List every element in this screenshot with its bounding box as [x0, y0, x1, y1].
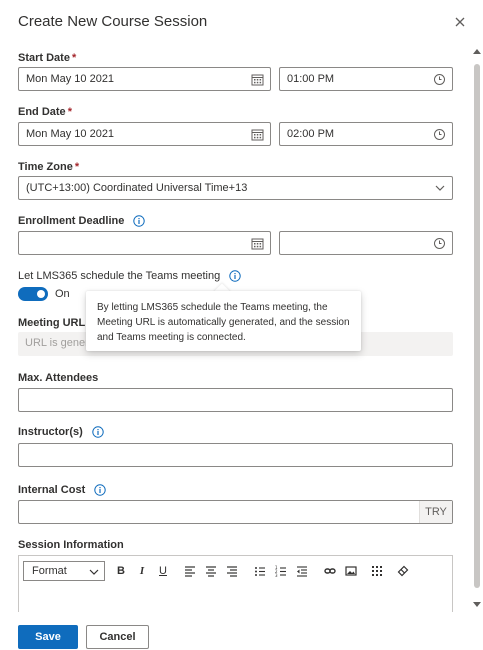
enrollment-deadline-date-field[interactable] [18, 231, 271, 255]
instructors-input[interactable] [18, 443, 453, 467]
enrollment-deadline-time-field[interactable] [279, 231, 453, 255]
numbered-list-icon[interactable]: 123 [275, 565, 287, 577]
align-center-icon[interactable] [205, 565, 217, 577]
chevron-down-icon [435, 185, 445, 191]
teams-schedule-toggle[interactable] [18, 287, 48, 301]
format-dropdown[interactable]: Format [23, 561, 105, 581]
max-attendees-label: Max. Attendees [18, 372, 99, 384]
calendar-icon[interactable] [251, 128, 264, 141]
scroll-down-icon[interactable] [473, 602, 481, 608]
scroll-thumb[interactable] [474, 64, 480, 588]
save-button[interactable]: Save [18, 625, 78, 649]
bullet-list-icon[interactable] [254, 565, 266, 577]
info-icon[interactable] [229, 270, 241, 282]
end-time-field[interactable]: 02:00 PM [279, 122, 453, 146]
info-icon[interactable] [92, 426, 104, 438]
link-icon[interactable] [324, 565, 336, 577]
start-date-label: Start Date * [18, 52, 77, 64]
teams-schedule-label: Let LMS365 schedule the Teams meeting [18, 270, 241, 282]
close-icon [455, 17, 465, 27]
instructors-label: Instructor(s) [18, 426, 104, 438]
start-date-field[interactable]: Mon May 10 2021 [18, 67, 271, 91]
align-right-icon[interactable] [226, 565, 238, 577]
end-date-field[interactable]: Mon May 10 2021 [18, 122, 271, 146]
panel-title: Create New Course Session [18, 13, 208, 30]
internal-cost-input[interactable]: TRY [18, 500, 453, 524]
clock-icon[interactable] [433, 128, 446, 141]
start-time-field[interactable]: 01:00 PM [279, 67, 453, 91]
rich-text-editor[interactable]: Format B I U 123 [18, 555, 453, 612]
image-icon[interactable] [345, 565, 357, 577]
currency-suffix: TRY [419, 501, 452, 523]
max-attendees-input[interactable] [18, 388, 453, 412]
svg-text:3: 3 [275, 573, 278, 577]
time-zone-label: Time Zone * [18, 161, 80, 173]
editor-toolbar: Format B I U 123 [19, 556, 452, 586]
clear-format-icon[interactable] [397, 565, 409, 577]
internal-cost-label: Internal Cost [18, 484, 106, 496]
enrollment-deadline-label: Enrollment Deadline [18, 215, 146, 227]
toggle-knob [37, 290, 45, 298]
vertical-scrollbar[interactable] [471, 42, 483, 612]
align-left-icon[interactable] [184, 565, 196, 577]
time-zone-dropdown[interactable]: (UTC+13:00) Coordinated Universal Time+1… [18, 176, 453, 200]
table-icon[interactable] [371, 565, 383, 577]
info-icon[interactable] [133, 215, 146, 227]
underline-button[interactable]: U [157, 565, 169, 577]
panel-footer: Save Cancel [0, 612, 483, 650]
scroll-up-icon[interactable] [473, 48, 481, 54]
end-date-label: End Date * [18, 106, 72, 118]
session-info-label: Session Information [18, 539, 124, 551]
form-scroll-area[interactable]: Start Date * Mon May 10 2021 01:00 PM End… [0, 42, 483, 612]
info-icon[interactable] [94, 484, 106, 496]
chevron-down-icon [89, 569, 99, 575]
info-tooltip: By letting LMS365 schedule the Teams mee… [86, 291, 361, 351]
toggle-state-label: On [55, 288, 70, 300]
cancel-button[interactable]: Cancel [86, 625, 149, 649]
bold-button[interactable]: B [115, 565, 127, 577]
close-button[interactable] [452, 14, 468, 30]
italic-button[interactable]: I [136, 565, 148, 577]
meeting-url-label: Meeting URL [18, 317, 86, 329]
clock-icon[interactable] [433, 237, 446, 250]
clock-icon[interactable] [433, 73, 446, 86]
outdent-icon[interactable] [296, 565, 308, 577]
calendar-icon[interactable] [251, 73, 264, 86]
calendar-icon[interactable] [251, 237, 264, 250]
